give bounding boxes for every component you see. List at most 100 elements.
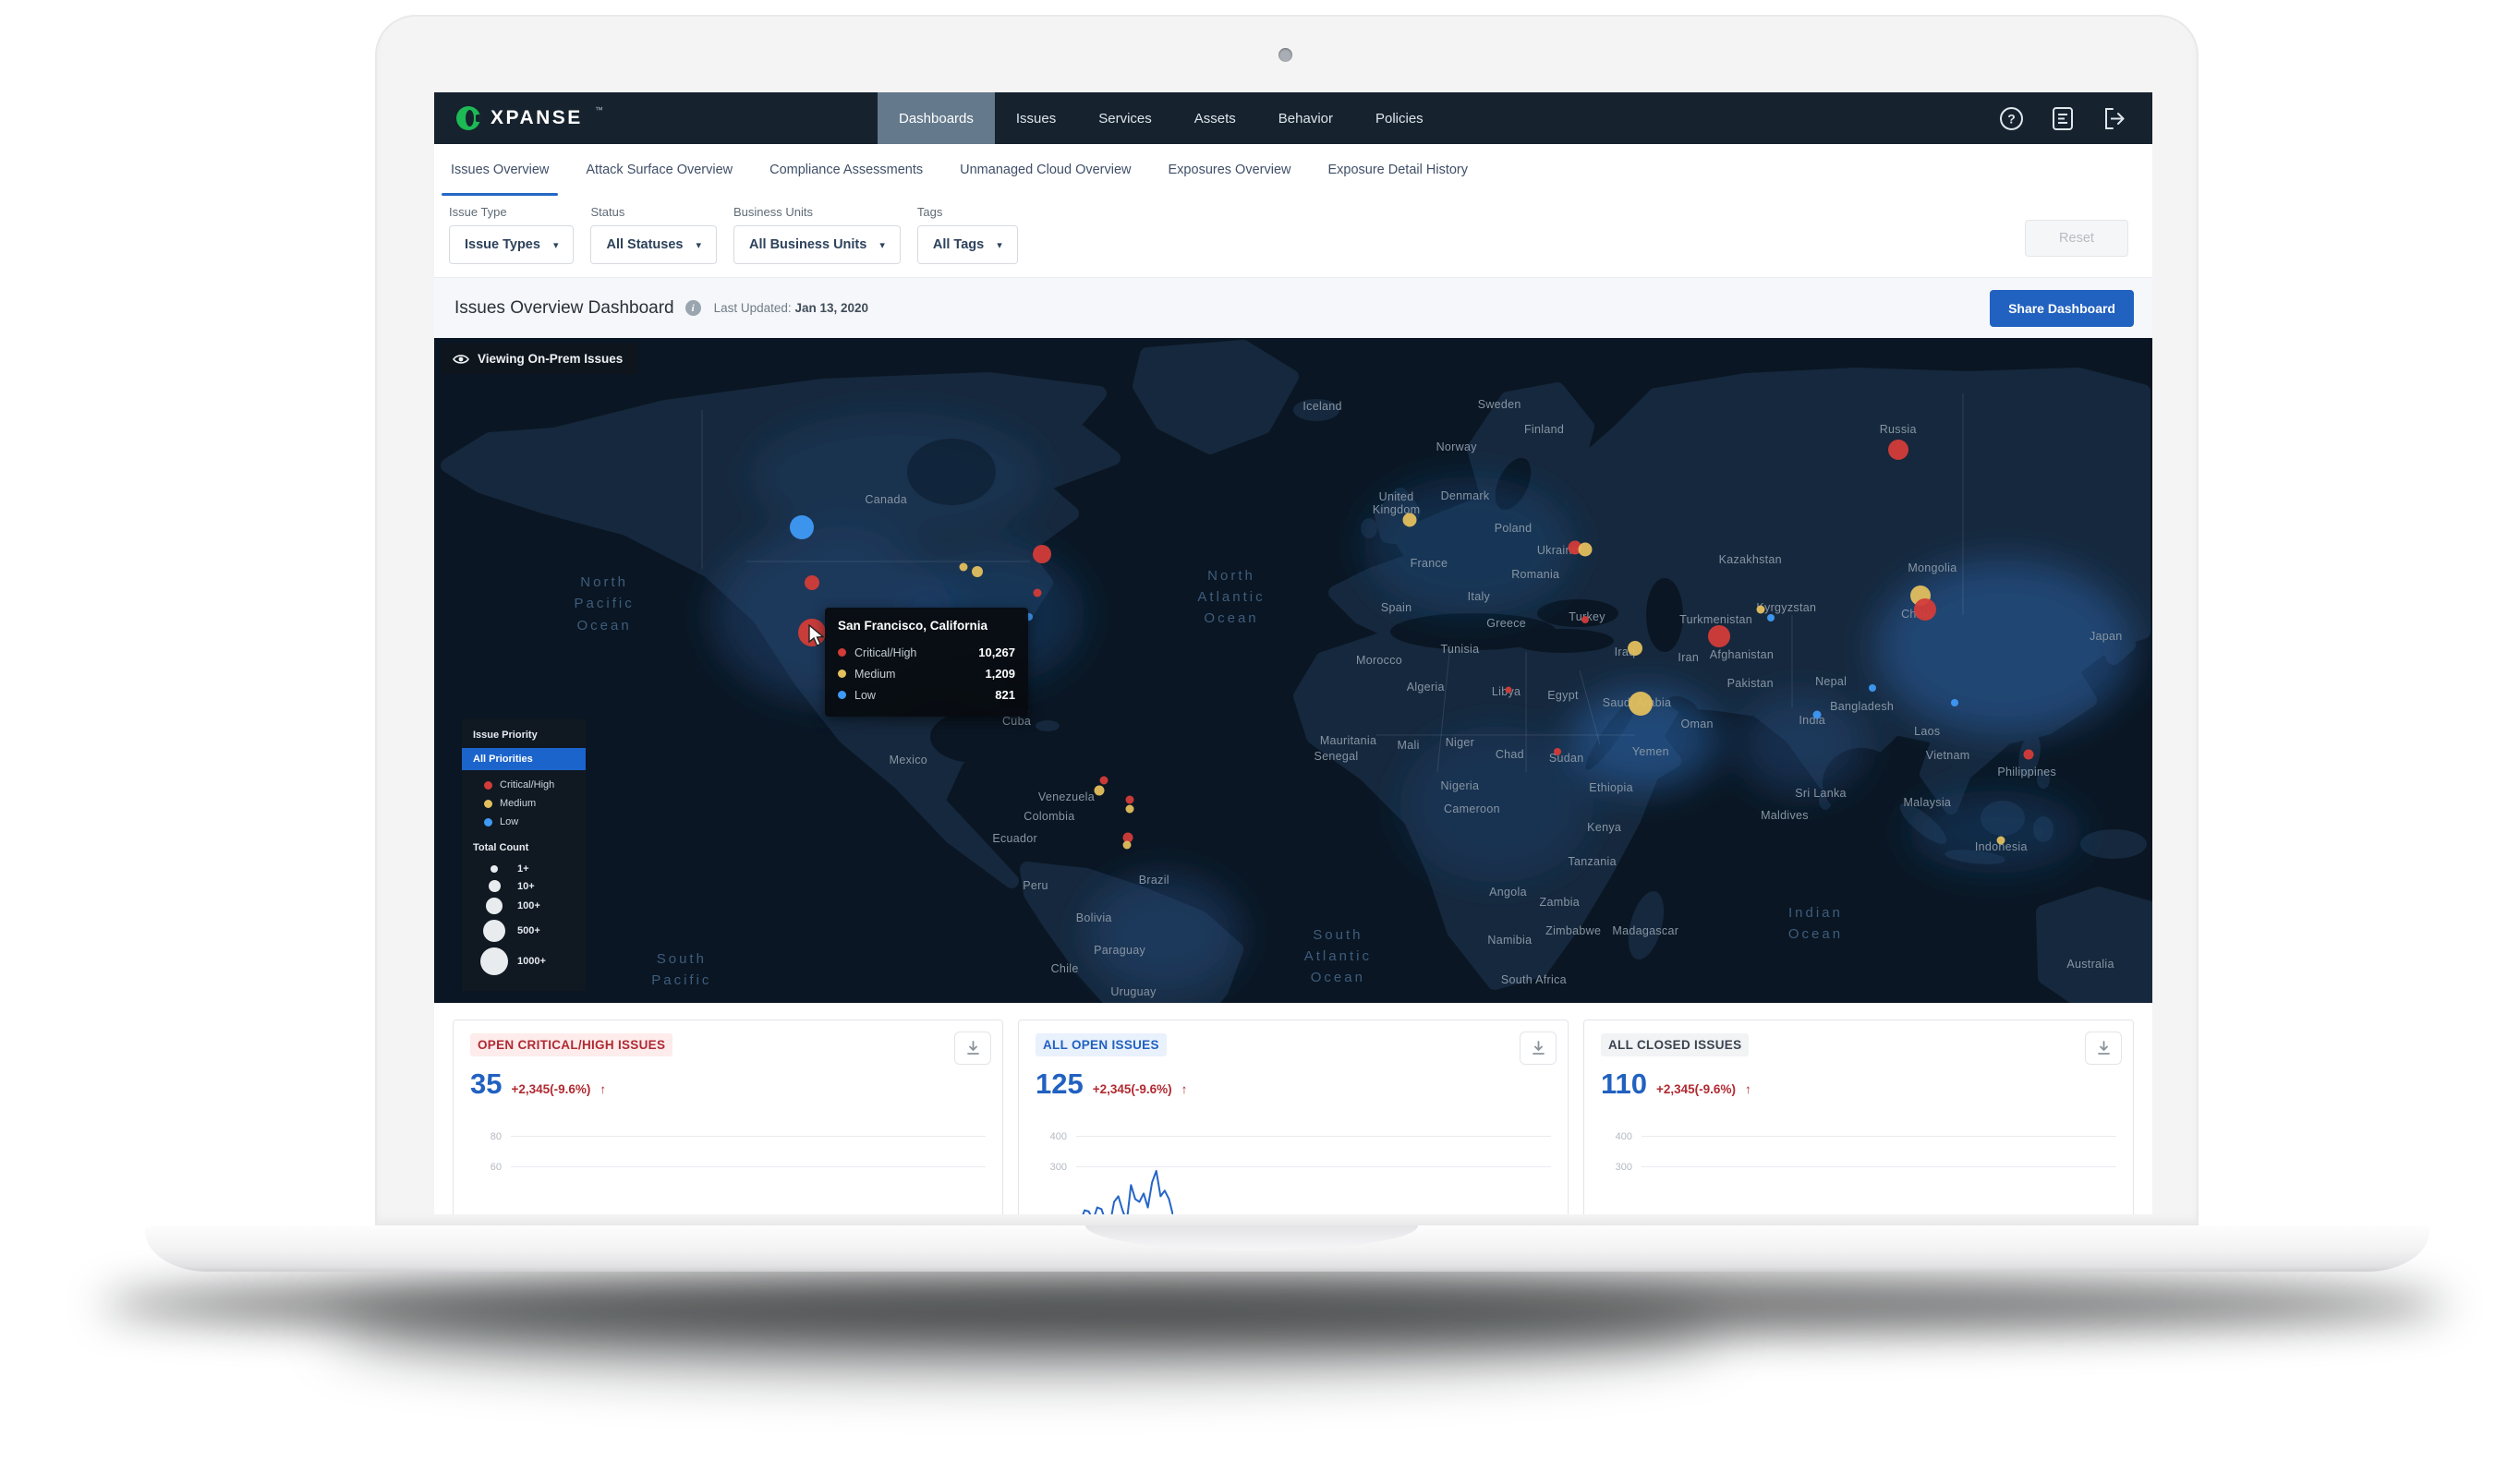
tooltip-label: Medium xyxy=(854,668,895,681)
chevron-down-icon: ▾ xyxy=(997,239,1002,251)
issue-point[interactable] xyxy=(1126,805,1134,814)
filter-dropdown-issue-type[interactable]: Issue Types▾ xyxy=(449,225,574,264)
legend-priority-medium[interactable]: Medium xyxy=(462,794,586,813)
issue-point[interactable] xyxy=(1100,776,1109,784)
nav-icons: ? xyxy=(1999,92,2152,144)
tab-exposure-detail-history[interactable]: Exposure Detail History xyxy=(1327,144,1468,196)
issue-point[interactable] xyxy=(1126,796,1134,804)
issue-point[interactable] xyxy=(1628,641,1642,656)
tab-issues-overview[interactable]: Issues Overview xyxy=(451,144,549,196)
share-dashboard-button[interactable]: Share Dashboard xyxy=(1990,290,2134,327)
priority-dot-icon xyxy=(484,818,492,826)
help-icon[interactable]: ? xyxy=(1999,106,2024,131)
download-button[interactable] xyxy=(954,1032,991,1065)
legend-count-title: Total Count xyxy=(462,842,586,853)
nav-item-behavior[interactable]: Behavior xyxy=(1257,92,1354,144)
nav-item-assets[interactable]: Assets xyxy=(1173,92,1257,144)
tooltip-label: Critical/High xyxy=(854,646,916,659)
filter-dropdown-status[interactable]: All Statuses▾ xyxy=(590,225,717,264)
chart-axis-label: 300 xyxy=(1601,1162,1632,1173)
tab-compliance-assessments[interactable]: Compliance Assessments xyxy=(769,144,923,196)
legend-count-label: 500+ xyxy=(517,925,540,936)
chart-axis-label: 60 xyxy=(470,1162,502,1173)
release-notes-icon[interactable] xyxy=(2052,106,2074,131)
chart-grid-line xyxy=(511,1136,986,1137)
count-circle-wrap xyxy=(480,898,508,914)
map-tooltip: San Francisco, California Critical/High1… xyxy=(825,608,1028,717)
legend-count-label: 10+ xyxy=(517,881,535,892)
card-value-row: 35+2,345(-9.6%) ↑ xyxy=(470,1068,986,1101)
issue-point[interactable] xyxy=(1888,440,1908,460)
nav-menu: DashboardsIssuesServicesAssetsBehaviorPo… xyxy=(878,92,1445,144)
chart-grid-line xyxy=(1642,1166,2116,1167)
issue-point[interactable] xyxy=(1094,785,1104,795)
issue-point[interactable] xyxy=(1505,686,1511,693)
card-title-badge: ALL CLOSED ISSUES xyxy=(1601,1033,1749,1056)
issue-point[interactable] xyxy=(1581,616,1589,623)
issue-point[interactable] xyxy=(1767,614,1775,621)
nav-item-services[interactable]: Services xyxy=(1077,92,1173,144)
world-map[interactable]: North Pacific OceanNorth Atlantic OceanS… xyxy=(434,338,2152,1003)
issue-point[interactable] xyxy=(1554,748,1561,755)
issue-point[interactable] xyxy=(1951,699,1958,706)
filter-group-status: StatusAll Statuses▾ xyxy=(590,205,717,264)
chart-grid-row: 400 xyxy=(1036,1121,1551,1152)
card-delta: +2,345(-9.6%) xyxy=(1656,1082,1736,1096)
chevron-down-icon: ▾ xyxy=(879,239,885,251)
tab-attack-surface-overview[interactable]: Attack Surface Overview xyxy=(586,144,733,196)
count-circle-icon xyxy=(489,880,501,892)
trend-up-arrow-icon: ↑ xyxy=(1745,1082,1751,1096)
tooltip-title: San Francisco, California xyxy=(838,619,1015,633)
reset-button[interactable]: Reset xyxy=(2025,220,2128,257)
issue-point[interactable] xyxy=(1403,513,1417,527)
issue-point[interactable] xyxy=(1033,588,1041,597)
issue-point[interactable] xyxy=(1629,692,1653,716)
legend-priority-label: Critical/High xyxy=(500,779,554,790)
info-icon[interactable]: i xyxy=(685,300,701,316)
issue-point[interactable] xyxy=(959,562,967,571)
chart-axis-label: 400 xyxy=(1601,1131,1632,1142)
filter-dropdown-business-units[interactable]: All Business Units▾ xyxy=(733,225,901,264)
issue-point[interactable] xyxy=(1914,598,1936,621)
filter-dropdown-tags[interactable]: All Tags▾ xyxy=(917,225,1018,264)
issue-point[interactable] xyxy=(790,515,814,539)
count-circle-wrap xyxy=(480,865,508,873)
logout-icon[interactable] xyxy=(2102,106,2126,131)
tab-unmanaged-cloud-overview[interactable]: Unmanaged Cloud Overview xyxy=(960,144,1131,196)
dashboard-screen: XPANSE ™ DashboardsIssuesServicesAssetsB… xyxy=(434,92,2152,1214)
card-value-row: 110+2,345(-9.6%) ↑ xyxy=(1601,1068,2116,1101)
laptop-shadow-inner xyxy=(333,1288,1718,1371)
card-delta: +2,345(-9.6%) xyxy=(511,1082,590,1096)
issue-point[interactable] xyxy=(1869,684,1876,692)
issue-point[interactable] xyxy=(805,575,819,590)
count-circle-icon xyxy=(480,947,508,975)
legend-count-10plus: 10+ xyxy=(462,877,586,895)
legend-all-priorities[interactable]: All Priorities xyxy=(462,748,586,770)
issue-point[interactable] xyxy=(1579,542,1593,556)
issue-point[interactable] xyxy=(1756,605,1764,613)
card-value: 125 xyxy=(1036,1068,1084,1101)
tab-exposures-overview[interactable]: Exposures Overview xyxy=(1169,144,1291,196)
nav-item-issues[interactable]: Issues xyxy=(995,92,1077,144)
legend-priority-low[interactable]: Low xyxy=(462,813,586,831)
issue-point[interactable] xyxy=(2024,750,2034,760)
chevron-down-icon: ▾ xyxy=(696,239,701,251)
nav-item-policies[interactable]: Policies xyxy=(1354,92,1445,144)
issue-point[interactable] xyxy=(1997,836,2005,844)
nav-item-dashboards[interactable]: Dashboards xyxy=(878,92,995,144)
issue-point[interactable] xyxy=(1813,710,1822,718)
map-legend: Issue PriorityAll PrioritiesCritical/Hig… xyxy=(462,718,586,991)
issue-point[interactable] xyxy=(1033,545,1051,563)
issue-point[interactable] xyxy=(1708,625,1730,647)
issue-point[interactable] xyxy=(1122,841,1131,850)
trend-up-arrow-icon: ↑ xyxy=(600,1082,606,1096)
card-delta: +2,345(-9.6%) xyxy=(1093,1082,1172,1096)
card-chart: 400 300 xyxy=(1601,1121,2116,1182)
last-updated-value: Jan 13, 2020 xyxy=(794,301,868,315)
legend-priority-critical-high[interactable]: Critical/High xyxy=(462,776,586,794)
download-button[interactable] xyxy=(2085,1032,2122,1065)
download-icon xyxy=(966,1041,980,1056)
count-circle-wrap xyxy=(480,947,508,975)
download-button[interactable] xyxy=(1520,1032,1557,1065)
issue-point[interactable] xyxy=(972,566,983,577)
